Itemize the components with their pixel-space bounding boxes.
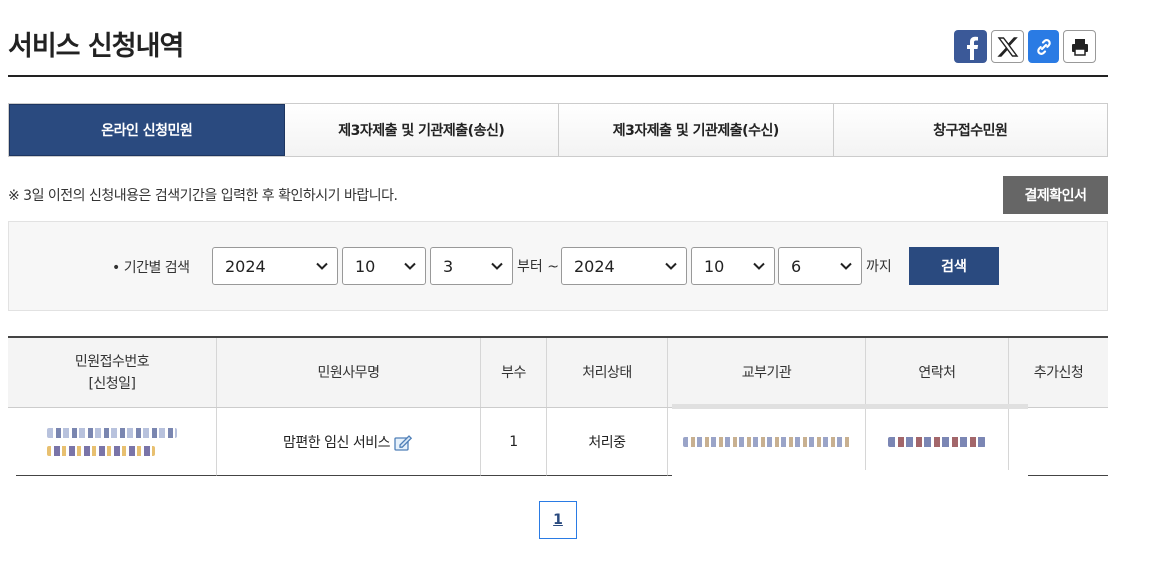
- service-tabs: 온라인 신청민원 제3자제출 및 기관제출(송신) 제3자제출 및 기관제출(수…: [8, 103, 1108, 157]
- payment-confirmation-button[interactable]: 결제확인서: [1003, 176, 1108, 214]
- header-receipt-no-label: 민원접수번호: [74, 353, 150, 370]
- to-year-select[interactable]: 2024: [561, 247, 687, 285]
- agency-cell: [668, 408, 866, 476]
- redacted-text: [682, 436, 851, 447]
- to-day-select[interactable]: 6: [778, 247, 862, 285]
- page-1-button[interactable]: 1: [539, 501, 577, 539]
- copy-link-button[interactable]: [1028, 30, 1059, 63]
- redacted-header-strip: [672, 404, 1028, 409]
- title-divider: [8, 75, 1108, 77]
- to-month-value: 10: [704, 256, 725, 276]
- from-month-select[interactable]: 10: [342, 247, 426, 285]
- header-status: 처리상태: [547, 338, 668, 407]
- tab-third-party-received[interactable]: 제3자제출 및 기관제출(수신): [559, 104, 834, 156]
- to-day-value: 6: [791, 256, 802, 276]
- search-panel: • 기간별 검색 2024 10 3 부터 ~ 2024 10 6 까지 검색: [8, 221, 1108, 311]
- notice-text: ※ 3일 이전의 신청내용은 검색기간을 입력한 후 확인하시기 바랍니다.: [8, 188, 398, 204]
- header-service-name: 민원사무명: [217, 338, 481, 407]
- print-icon: [1071, 38, 1088, 56]
- facebook-share-button[interactable]: [954, 30, 987, 63]
- chevron-down-icon: [753, 262, 765, 270]
- to-suffix-text: 까지: [866, 259, 892, 275]
- from-month-value: 10: [355, 256, 376, 276]
- facebook-icon: [966, 36, 978, 60]
- service-name-link[interactable]: 맘편한 임신 서비스: [283, 432, 390, 452]
- page-title: 서비스 신청내역: [8, 31, 184, 62]
- header-receipt-no: 민원접수번호 [신청일]: [8, 338, 217, 407]
- to-month-select[interactable]: 10: [691, 247, 775, 285]
- table-header: 민원접수번호 [신청일] 민원사무명 부수 처리상태 교부기관 연락처 추가신청: [8, 336, 1108, 408]
- redacted-receipt-number: [47, 427, 177, 456]
- header-extra-request: 추가신청: [1033, 364, 1084, 381]
- redacted-text: [47, 445, 155, 456]
- to-year-value: 2024: [574, 256, 615, 276]
- status-cell: 처리중: [547, 408, 668, 476]
- tab-counter-application[interactable]: 창구접수민원: [833, 104, 1107, 156]
- chevron-down-icon: [491, 262, 503, 270]
- from-suffix-text: 부터 ~: [517, 259, 559, 275]
- link-icon: [1036, 38, 1051, 55]
- chevron-down-icon: [404, 262, 416, 270]
- tab-online-application[interactable]: 온라인 신청민원: [9, 104, 285, 156]
- receipt-number-cell: [8, 408, 217, 476]
- extra-request-cell: [1009, 408, 1108, 476]
- header-copies: 부수: [481, 338, 547, 407]
- search-button[interactable]: 검색: [909, 247, 999, 285]
- period-search-label: • 기간별 검색: [112, 260, 190, 276]
- chevron-down-icon: [316, 262, 328, 270]
- chevron-down-icon: [665, 262, 677, 270]
- redacted-text: [888, 436, 986, 447]
- redacted-text: [47, 427, 177, 438]
- contact-cell: [866, 408, 1009, 476]
- from-year-value: 2024: [225, 256, 266, 276]
- table-row: 맘편한 임신 서비스 1 처리중: [8, 408, 1108, 476]
- header-receipt-date-label: [신청일]: [88, 375, 136, 392]
- edit-note-icon[interactable]: [394, 433, 414, 451]
- from-year-select[interactable]: 2024: [212, 247, 338, 285]
- chevron-down-icon: [840, 262, 852, 270]
- header-contact: 연락처: [866, 338, 1009, 407]
- x-icon: [996, 36, 1018, 57]
- from-day-select[interactable]: 3: [430, 247, 513, 285]
- from-day-value: 3: [443, 256, 454, 276]
- tab-third-party-sent[interactable]: 제3자제출 및 기관제출(송신): [284, 104, 559, 156]
- print-button[interactable]: [1063, 30, 1096, 63]
- header-agency: 교부기관: [668, 338, 866, 407]
- redaction-mask: [8, 470, 16, 480]
- copies-cell: 1: [481, 408, 547, 476]
- redaction-mask: [672, 470, 1028, 480]
- x-share-button[interactable]: [991, 30, 1024, 63]
- service-name-cell[interactable]: 맘편한 임신 서비스: [217, 408, 481, 476]
